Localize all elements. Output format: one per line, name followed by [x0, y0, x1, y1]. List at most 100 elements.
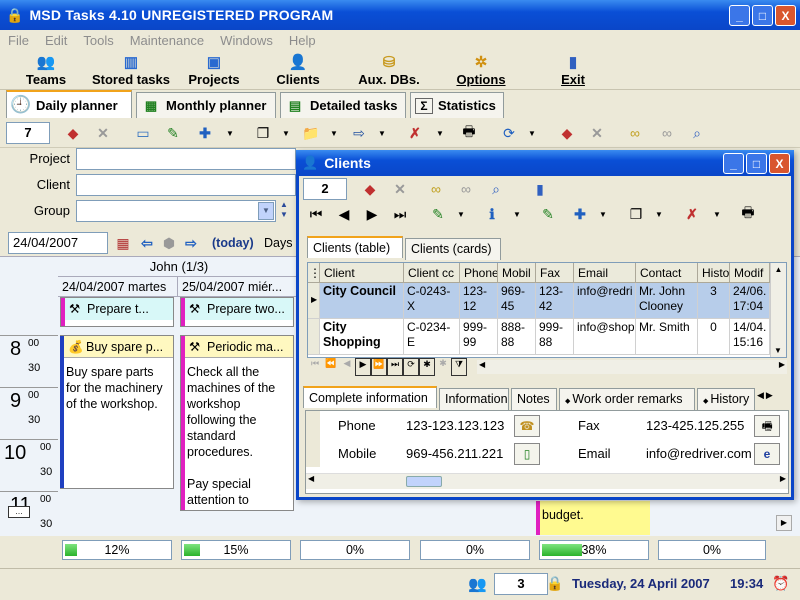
more-indicator-icon[interactable]: …	[8, 506, 30, 518]
copy-dropdown-arrow[interactable]: ▼	[282, 129, 290, 138]
table-horizontal-scrollbar[interactable]: ◀ ▶	[477, 360, 787, 374]
tab-complete-information[interactable]: Complete information	[303, 386, 437, 408]
stored-tasks-button[interactable]: ▥ Stored tasks	[88, 50, 174, 90]
today-dot-icon[interactable]: ⬢	[158, 233, 180, 253]
today-link[interactable]: (today)	[212, 236, 254, 250]
edit-dropdown-arrow[interactable]: ▼	[457, 210, 465, 219]
copy-dropdown-arrow[interactable]: ▼	[655, 210, 663, 219]
teams-button[interactable]: 👥 Teams	[20, 50, 72, 90]
project-input[interactable]	[76, 148, 296, 170]
group-dropdown-arrow[interactable]: ▼	[258, 202, 274, 220]
column-header[interactable]: Fax	[536, 263, 574, 283]
nav-next-icon[interactable]: ▶	[355, 358, 371, 376]
nav-refresh-icon[interactable]: ⟳	[403, 358, 419, 376]
delete-x-icon[interactable]: ✕	[389, 179, 411, 199]
phone-icon[interactable]: ☎	[514, 415, 540, 437]
aux-dbs-button[interactable]: ⛁ Aux. DBs.	[356, 50, 422, 90]
eraser-icon[interactable]: ◆	[359, 179, 381, 199]
nav-prev-icon[interactable]: ◀	[339, 358, 355, 376]
column-header[interactable]: Email	[574, 263, 636, 283]
task-card-buy-spare-parts[interactable]: 💰 Buy spare p... Buy spare parts for the…	[60, 335, 174, 489]
client-input[interactable]	[76, 174, 296, 196]
menu-tools[interactable]: Tools	[75, 33, 121, 48]
nav-post-icon[interactable]: ✱	[435, 358, 451, 376]
tab-clients-cards[interactable]: Clients (cards)	[405, 238, 501, 260]
folder-dropdown-arrow[interactable]: ▼	[330, 129, 338, 138]
tab-daily-planner[interactable]: 🕘 Daily planner	[6, 90, 132, 118]
edit-note-icon[interactable]: ✎	[537, 204, 559, 224]
search-icon[interactable]: ⌕	[686, 123, 708, 143]
add-icon[interactable]: ✚	[194, 123, 216, 143]
tab-clients-table[interactable]: Clients (table)	[307, 236, 403, 258]
add-icon[interactable]: ✚	[569, 204, 591, 224]
tab-notes[interactable]: Notes	[511, 388, 557, 410]
next-day-icon[interactable]: ⇨	[180, 233, 202, 253]
menu-windows[interactable]: Windows	[212, 33, 281, 48]
clients-maximize-button[interactable]: □	[746, 153, 767, 174]
nav-prev-page-icon[interactable]: ⏪	[323, 358, 339, 376]
column-header[interactable]: Client	[320, 263, 404, 283]
fax-icon[interactable]: 🖷	[754, 415, 780, 437]
copy-icon[interactable]: ❐	[252, 123, 274, 143]
column-header[interactable]: Phone	[460, 263, 498, 283]
email-icon[interactable]: e	[754, 443, 780, 465]
info-dropdown-arrow[interactable]: ▼	[513, 210, 521, 219]
binoculars-gray-icon[interactable]: ∞	[455, 179, 477, 199]
export-icon[interactable]: ⇨	[348, 123, 370, 143]
menu-edit[interactable]: Edit	[37, 33, 75, 48]
add-dropdown-arrow[interactable]: ▼	[599, 210, 607, 219]
group-select[interactable]: ▼	[76, 200, 276, 222]
delete-dropdown-arrow[interactable]: ▼	[713, 210, 721, 219]
copy-icon[interactable]: ❐	[625, 204, 647, 224]
table-vertical-scrollbar[interactable]: ▲ ▼	[770, 263, 786, 357]
options-button[interactable]: ✲ Options	[454, 50, 508, 90]
export-dropdown-arrow[interactable]: ▼	[378, 129, 386, 138]
column-header[interactable]: Contact	[636, 263, 698, 283]
mobile-phone-icon[interactable]: ▯	[514, 443, 540, 465]
search-icon[interactable]: ⌕	[485, 179, 507, 199]
date-input[interactable]: 24/04/2007	[8, 232, 108, 254]
tab-work-order-remarks[interactable]: ◆ Work order remarks	[559, 388, 695, 410]
edit-note-icon[interactable]: ✎	[162, 123, 184, 143]
task-card-periodic-maintenance[interactable]: ⚒ Periodic ma... Check all the machines …	[180, 335, 294, 511]
task-card-budget[interactable]: budget.	[536, 501, 650, 535]
calendar-picker-icon[interactable]: ▦	[112, 233, 134, 253]
binoculars-icon[interactable]: ∞	[425, 179, 447, 199]
next-record-icon[interactable]: ▶	[361, 204, 383, 224]
binoculars-gray-icon[interactable]: ∞	[656, 123, 678, 143]
sync-icon[interactable]: ⟳	[498, 123, 520, 143]
info-icon[interactable]: ℹ	[481, 204, 503, 224]
prev-record-icon[interactable]: ◀	[333, 204, 355, 224]
menu-maintenance[interactable]: Maintenance	[122, 33, 212, 48]
tab-detailed-tasks[interactable]: ▤ Detailed tasks	[280, 92, 406, 118]
task-card[interactable]: ⚒ Prepare t...	[60, 297, 174, 327]
filter-icon[interactable]: ⧩	[451, 358, 467, 376]
eraser-icon-2[interactable]: ◆	[556, 123, 578, 143]
last-record-icon[interactable]: ⏭	[389, 204, 411, 224]
nav-last-icon[interactable]: ⏭	[387, 358, 403, 376]
maximize-button[interactable]: □	[752, 5, 773, 26]
folder-icon[interactable]: 📁	[300, 123, 322, 143]
sync-dropdown-arrow[interactable]: ▼	[528, 129, 536, 138]
minimize-button[interactable]: _	[729, 5, 750, 26]
nav-first-icon[interactable]: ⏮	[307, 358, 323, 376]
nav-insert-icon[interactable]: ✱	[419, 358, 435, 376]
clients-button[interactable]: 👤 Clients	[274, 50, 322, 90]
projects-button[interactable]: ▣ Projects	[186, 50, 242, 90]
edit-icon[interactable]: ✎	[427, 204, 449, 224]
clients-minimize-button[interactable]: _	[723, 153, 744, 174]
column-header[interactable]: Modif	[730, 263, 770, 283]
eraser-icon[interactable]: ◆	[62, 123, 84, 143]
delete-record-icon[interactable]: ✗	[681, 204, 703, 224]
close-button[interactable]: X	[775, 5, 796, 26]
details-horizontal-scrollbar[interactable]: ◀ ▶	[306, 473, 788, 489]
column-header[interactable]: Histo	[698, 263, 730, 283]
add-dropdown-arrow[interactable]: ▼	[226, 129, 234, 138]
first-record-icon[interactable]: ⏮	[305, 204, 327, 224]
exit-button[interactable]: ▮ Exit	[556, 50, 590, 90]
tab-history[interactable]: ◆ History	[697, 388, 755, 410]
cancel-task-icon[interactable]: ✗	[404, 123, 426, 143]
printer-icon[interactable]: 🖶	[737, 204, 759, 224]
monitor-icon[interactable]: ▭	[132, 123, 154, 143]
menu-file[interactable]: File	[0, 33, 37, 48]
